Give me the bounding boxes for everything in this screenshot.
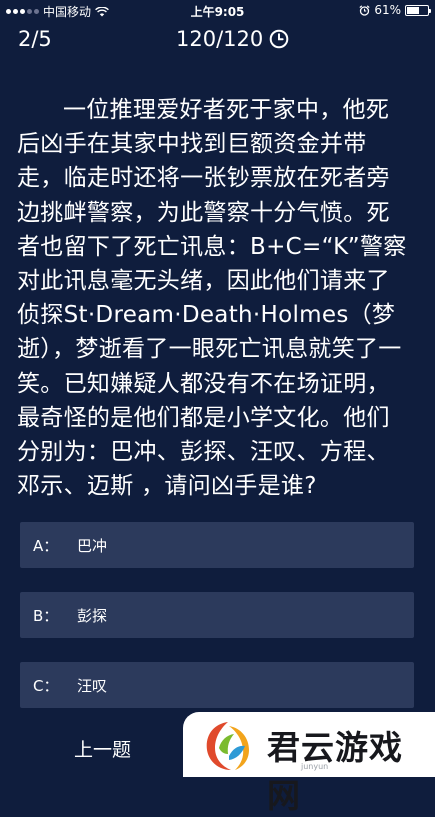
- battery-icon: [405, 4, 431, 16]
- battery-percent: 61%: [374, 3, 401, 17]
- status-bar: 中国移动 上午9:05 61%: [0, 0, 435, 20]
- site-watermark: 君云游戏网 junyun: [183, 712, 435, 815]
- option-b[interactable]: B： 彭探: [20, 592, 414, 638]
- question-progress: 2/5: [18, 27, 52, 51]
- option-letter: A：: [33, 536, 59, 555]
- watermark-logo-icon: [206, 722, 249, 770]
- option-c[interactable]: C： 汪叹: [20, 662, 414, 708]
- question-text: 一位推理爱好者死于家中，他死后凶手在其家中找到巨额资金并带走，临走时还将一张钞票…: [17, 97, 407, 500]
- option-label: 彭探: [77, 606, 108, 625]
- alarm-icon: [359, 4, 370, 16]
- countdown-timer: 120/120: [176, 27, 289, 51]
- option-a[interactable]: A： 巴冲: [20, 522, 414, 568]
- option-letter: C：: [33, 676, 59, 695]
- quiz-header: 2/5 120/120: [0, 24, 435, 56]
- battery-fill: [407, 6, 420, 14]
- watermark-subtext: junyun: [301, 762, 329, 771]
- timer-value: 120/120: [176, 27, 264, 51]
- clock-icon: [269, 29, 289, 49]
- option-label: 巴冲: [77, 536, 108, 555]
- previous-question-button[interactable]: 上一题: [0, 720, 205, 777]
- watermark-text: 君云游戏网: [267, 728, 403, 815]
- option-letter: B：: [33, 606, 59, 625]
- status-right: 61%: [359, 3, 431, 17]
- option-label: 汪叹: [77, 676, 108, 695]
